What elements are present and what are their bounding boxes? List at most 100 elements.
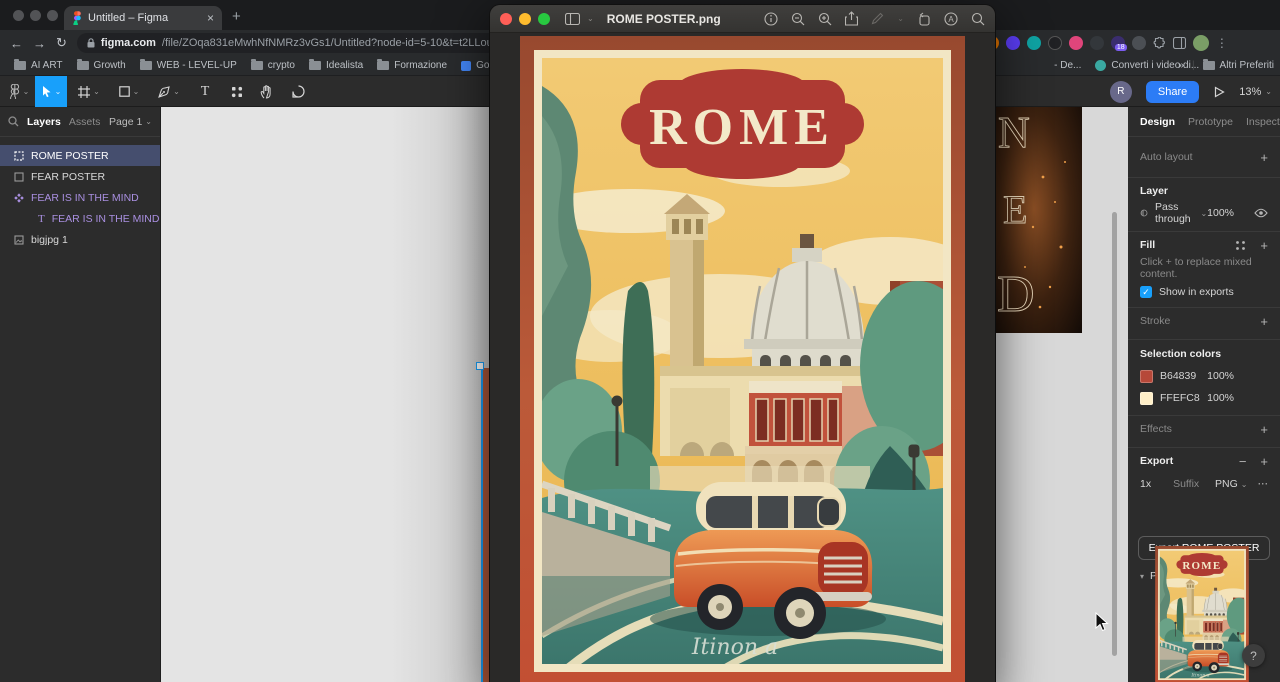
preview-close-button[interactable]: [500, 12, 512, 25]
share-button[interactable]: Share: [1145, 80, 1200, 103]
forward-icon[interactable]: →: [33, 36, 46, 51]
layer-row-rome-poster[interactable]: ROME POSTER: [0, 145, 160, 166]
extension-icon-4[interactable]: [1047, 36, 1062, 50]
preview-fullscreen-button[interactable]: [538, 12, 550, 25]
remove-export-button[interactable]: −: [1239, 454, 1247, 469]
tab-assets[interactable]: Assets: [69, 116, 101, 128]
tab-design[interactable]: Design: [1140, 116, 1175, 128]
add-export-button[interactable]: +: [1260, 454, 1268, 469]
rome-poster-frame-edge[interactable]: [483, 368, 490, 682]
move-tool-button[interactable]: ⌄: [35, 76, 67, 107]
frame-tool-button[interactable]: ⌄: [72, 76, 106, 107]
zoom-in-icon[interactable]: [818, 12, 832, 26]
extension-icon-2[interactable]: [1005, 36, 1020, 50]
preview-titlebar[interactable]: ⌄ ROME POSTER.png ⌄ A: [490, 5, 995, 33]
visibility-eye-icon[interactable]: [1254, 208, 1268, 218]
bookmark-item[interactable]: Formazione: [377, 59, 447, 71]
bookmark-item[interactable]: AI ART: [14, 59, 63, 71]
zoom-level-select[interactable]: 13% ⌄: [1239, 86, 1272, 98]
preview-minimize-button[interactable]: [519, 12, 531, 25]
tab-close-icon[interactable]: ×: [207, 11, 214, 25]
browser-menu-kebab-icon[interactable]: ⋮: [1216, 36, 1228, 50]
present-play-icon[interactable]: [1213, 85, 1225, 98]
figma-canvas-right[interactable]: N E D: [995, 107, 1128, 682]
fill-styles-icon[interactable]: [1235, 240, 1246, 251]
hand-tool-button[interactable]: [252, 76, 280, 107]
preview-sidebar-icon[interactable]: [565, 12, 580, 25]
rotate-icon[interactable]: [917, 12, 931, 26]
tab-prototype[interactable]: Prototype: [1188, 116, 1233, 128]
add-fill-button[interactable]: +: [1260, 238, 1268, 253]
bookmark-item[interactable]: Growth: [76, 59, 126, 71]
layer-row-fear-poster[interactable]: FEAR POSTER: [0, 166, 160, 187]
bookmark-item-truncated[interactable]: - De...: [1054, 60, 1081, 71]
overflow-chevrons-icon[interactable]: »: [1178, 60, 1184, 71]
shape-tool-button[interactable]: ⌄: [112, 76, 146, 107]
extension-icon-3[interactable]: [1026, 36, 1041, 50]
blend-mode-select[interactable]: Pass through: [1155, 201, 1196, 225]
window-minimize-button[interactable]: [30, 10, 41, 21]
color-swatch[interactable]: [1140, 369, 1153, 383]
layer-row-text[interactable]: T FEAR IS IN THE MIND: [0, 208, 160, 229]
selection-color-row[interactable]: B64839 100%: [1128, 368, 1280, 384]
preview-window: ⌄ ROME POSTER.png ⌄ A: [490, 5, 995, 682]
color-hex[interactable]: FFEFC8: [1160, 392, 1200, 404]
extension-icon-6[interactable]: [1089, 36, 1104, 50]
markup-chevron-icon[interactable]: ⌄: [897, 14, 904, 23]
tab-inspect[interactable]: Inspect: [1246, 116, 1280, 128]
extension-icon-8[interactable]: [1131, 36, 1146, 50]
add-stroke-button[interactable]: +: [1260, 314, 1268, 329]
reload-icon[interactable]: ↻: [56, 35, 67, 51]
color-opacity[interactable]: 100%: [1207, 392, 1234, 404]
color-hex[interactable]: B64839: [1160, 370, 1196, 382]
user-avatar[interactable]: R: [1109, 80, 1132, 103]
text-tool-button[interactable]: T: [192, 76, 218, 107]
search-icon[interactable]: [971, 12, 985, 26]
zoom-out-icon[interactable]: [791, 12, 805, 26]
browser-tab[interactable]: Untitled – Figma ×: [64, 6, 222, 30]
bookmark-item[interactable]: WEB - LEVEL-UP: [139, 59, 237, 71]
canvas-scrollbar[interactable]: [1112, 212, 1117, 656]
page-selector[interactable]: Page 1 ⌄: [109, 116, 152, 128]
share-icon[interactable]: [845, 11, 859, 26]
new-tab-button[interactable]: +: [232, 8, 241, 25]
bookmark-item[interactable]: Idealista: [309, 59, 363, 71]
back-icon[interactable]: ←: [10, 36, 23, 51]
extension-icon-5[interactable]: [1068, 36, 1083, 50]
search-icon[interactable]: [8, 116, 19, 127]
color-opacity[interactable]: 100%: [1207, 370, 1234, 382]
export-scale-select[interactable]: 1x: [1140, 478, 1151, 490]
extension-icon-7[interactable]: 18: [1110, 36, 1127, 51]
figma-canvas[interactable]: [161, 107, 490, 682]
tab-layers[interactable]: Layers: [27, 116, 61, 128]
markup-pen-icon[interactable]: [871, 12, 884, 25]
window-fullscreen-button[interactable]: [47, 10, 58, 21]
comment-tool-button[interactable]: [284, 76, 312, 107]
side-panel-icon[interactable]: [1172, 37, 1186, 49]
layer-row-component[interactable]: FEAR IS IN THE MIND: [0, 187, 160, 208]
selection-color-row[interactable]: FFEFC8 100%: [1128, 390, 1280, 406]
add-auto-layout-button[interactable]: +: [1260, 150, 1268, 165]
show-in-exports-checkbox[interactable]: ✓: [1140, 286, 1152, 298]
color-swatch[interactable]: [1140, 391, 1153, 405]
layer-opacity-input[interactable]: 100%: [1207, 207, 1234, 219]
layer-row-image[interactable]: bigjpg 1: [0, 229, 160, 250]
profile-avatar[interactable]: [1192, 35, 1209, 51]
selection-handle[interactable]: [476, 362, 484, 370]
main-menu-button[interactable]: ⌄: [4, 76, 34, 107]
export-options-kebab-icon[interactable]: ⋯: [1258, 478, 1269, 490]
resources-tool-button[interactable]: [224, 76, 250, 107]
bookmark-item[interactable]: crypto: [250, 59, 295, 71]
other-favorites[interactable]: Altri Preferiti: [1202, 59, 1274, 71]
export-suffix-input[interactable]: Suffix: [1173, 478, 1199, 490]
help-button[interactable]: ?: [1242, 644, 1265, 667]
pen-tool-button[interactable]: ⌄: [152, 76, 186, 107]
extensions-puzzle-icon[interactable]: [1153, 36, 1166, 50]
preview-disclosure-icon[interactable]: ▾: [1140, 572, 1144, 581]
export-format-select[interactable]: PNG: [1215, 478, 1238, 490]
add-effect-button[interactable]: +: [1260, 422, 1268, 437]
window-close-button[interactable]: [13, 10, 24, 21]
info-icon[interactable]: [764, 11, 778, 26]
fear-poster-thumbnail[interactable]: N E D: [995, 107, 1082, 333]
annotate-icon[interactable]: A: [944, 11, 958, 26]
